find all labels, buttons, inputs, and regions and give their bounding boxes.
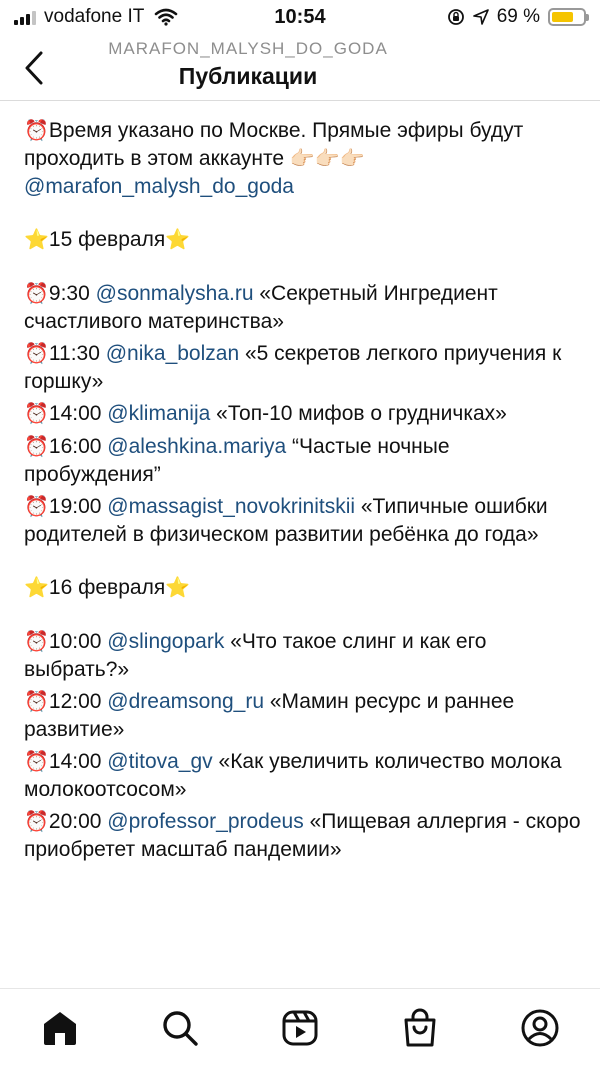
post-caption: ⏰Время указано по Москве. Прямые эфиры б… [24,117,584,863]
nav-shop-button[interactable] [390,998,450,1058]
item-topic: «Топ-10 мифов о грудничках» [216,402,507,425]
intro-text: Время указано по Москве. Прямые эфиры бу… [24,119,524,170]
nav-reels-button[interactable] [270,998,330,1058]
item-time: 20:00 [48,810,108,833]
mention-link[interactable]: @titova_gv [107,750,212,773]
day-date: 15 февраля [48,228,166,251]
mention-link[interactable]: @aleshkina.mariya [107,435,286,458]
item-time: 9:30 [48,282,96,305]
item-time: 14:00 [48,402,108,425]
header: MARAFON_MALYSH_DO_GODA Публикации [0,34,600,100]
item-time: 12:00 [48,690,108,713]
alarm-clock-icon: ⏰ [24,283,49,305]
item-time: 11:30 [48,342,106,365]
schedule-item: ⏰14:00 @klimanija «Топ-10 мифов о грудни… [24,400,584,428]
alarm-clock-icon: ⏰ [24,120,49,142]
home-icon [44,1011,76,1045]
mention-link[interactable]: @klimanija [107,402,210,425]
mention-link[interactable]: @professor_prodeus [107,810,303,833]
status-bar: vodafone IT 10:54 69 % [0,0,600,34]
schedule-item: ⏰20:00 @professor_prodeus «Пищевая аллер… [24,808,584,863]
status-right: 69 % [447,6,589,28]
mention-link[interactable]: @dreamsong_ru [107,690,264,713]
mention-link[interactable]: @sonmalysha.ru [96,282,254,305]
alarm-clock-icon: ⏰ [24,631,49,653]
item-time: 16:00 [48,435,108,458]
nav-search-button[interactable] [150,998,210,1058]
alarm-clock-icon: ⏰ [24,496,49,518]
intro-paragraph: ⏰Время указано по Москве. Прямые эфиры б… [24,117,584,200]
day-date: 16 февраля [48,576,166,599]
star-icon: ⭐ [24,577,49,599]
schedule-item: ⏰19:00 @massagist_novokrinitskii «Типичн… [24,493,584,548]
alarm-clock-icon: ⏰ [24,436,49,458]
profile-icon [521,1009,559,1046]
bottom-nav [0,995,600,1060]
mention-link[interactable]: @slingopark [107,630,224,653]
alarm-clock-icon: ⏰ [24,751,49,773]
nav-divider [0,988,600,989]
alarm-clock-icon: ⏰ [24,691,49,713]
mention-link[interactable]: @massagist_novokrinitskii [107,495,355,518]
schedule-item: ⏰9:30 @sonmalysha.ru «Секретный Ингредие… [24,280,584,335]
schedule-item: ⏰14:00 @titova_gv «Как увеличить количес… [24,748,584,803]
mention-link[interactable]: @marafon_malysh_do_goda [24,175,294,198]
battery-fill [552,12,573,22]
page-title: Публикации [178,63,318,89]
alarm-clock-icon: ⏰ [24,403,49,425]
day-heading: ⭐16 февраля⭐ [24,574,584,602]
search-icon [163,1010,198,1046]
schedule-item: ⏰10:00 @slingopark «Что такое слинг и ка… [24,628,584,683]
mention-link[interactable]: @nika_bolzan [106,342,239,365]
star-icon: ⭐ [165,229,191,251]
battery-percent: 69 % [496,6,540,27]
schedule-item: ⏰11:30 @nika_bolzan «5 секретов легкого … [24,340,584,395]
schedule-item: ⏰12:00 @dreamsong_ru «Мамин ресурс и ран… [24,688,584,743]
alarm-clock-icon: ⏰ [24,811,49,833]
location-arrow-icon [472,9,489,25]
pointing-right-icon: 👉🏻👉🏻👉🏻 [289,148,365,170]
nav-profile-button[interactable] [510,998,570,1058]
alarm-clock-icon: ⏰ [24,343,49,365]
star-icon: ⭐ [24,229,49,251]
orientation-lock-icon [447,9,464,25]
reels-icon [282,1010,318,1045]
day-heading: ⭐15 февраля⭐ [24,226,584,254]
account-name[interactable]: MARAFON_MALYSH_DO_GODA [0,39,496,59]
battery-icon [548,8,589,26]
shopping-bag-icon [404,1008,436,1046]
item-time: 14:00 [48,750,108,773]
item-time: 19:00 [48,495,108,518]
star-icon: ⭐ [165,577,191,599]
header-divider [0,100,600,101]
item-time: 10:00 [48,630,108,653]
schedule-item: ⏰16:00 @aleshkina.mariya “Частые ночные … [24,433,584,488]
nav-home-button[interactable] [30,998,90,1058]
